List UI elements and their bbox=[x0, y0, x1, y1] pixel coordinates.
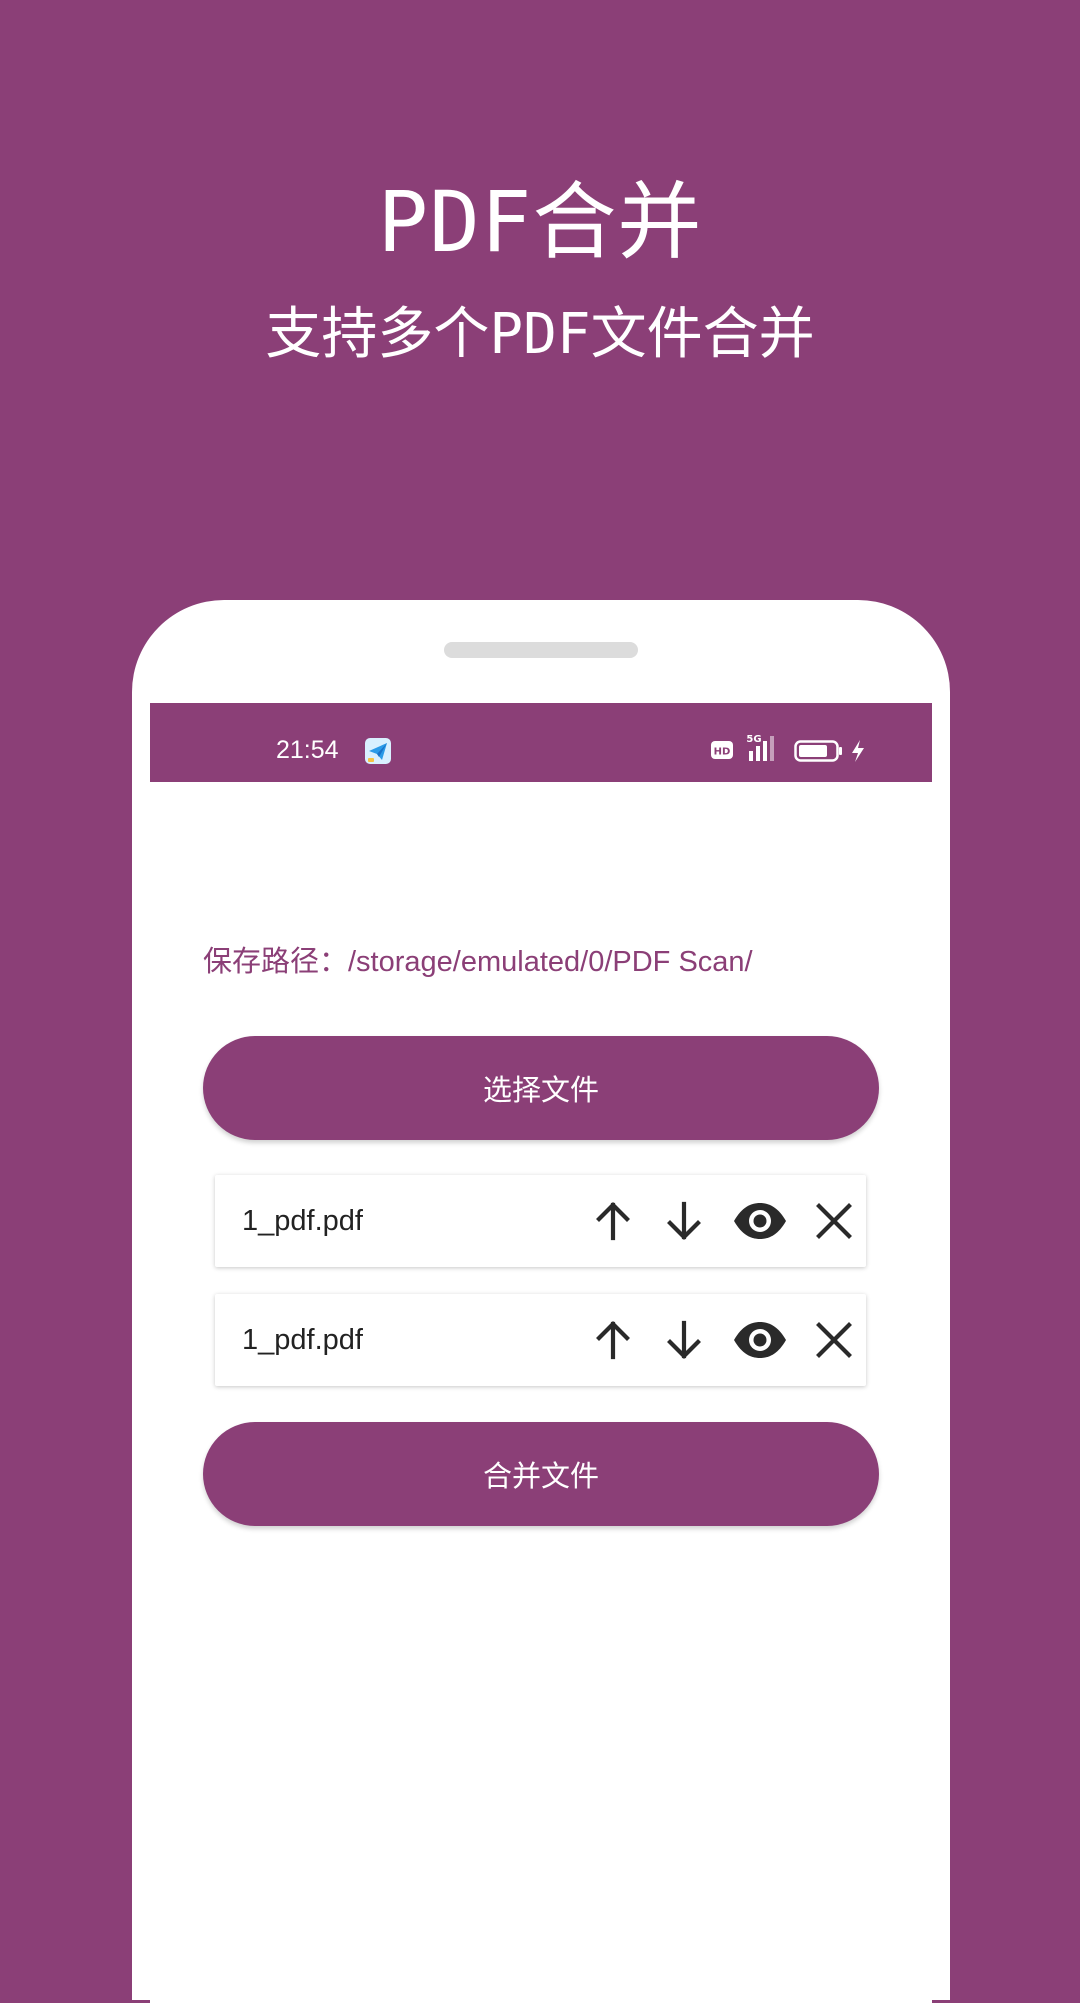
status-time: 21:54 bbox=[276, 736, 339, 764]
close-icon[interactable] bbox=[811, 1317, 857, 1363]
eye-icon[interactable] bbox=[732, 1317, 788, 1363]
phone-frame: 21:54 HD 5G 保存路径：/storage/emulated/0/PDF… bbox=[132, 600, 950, 2003]
merge-file-button[interactable]: 合并文件 bbox=[203, 1422, 879, 1526]
eye-icon[interactable] bbox=[732, 1198, 788, 1244]
file-list-item: 1_pdf.pdf bbox=[215, 1294, 866, 1386]
arrow-down-icon[interactable] bbox=[661, 1198, 707, 1244]
arrow-up-icon[interactable] bbox=[590, 1198, 636, 1244]
arrow-up-icon[interactable] bbox=[590, 1317, 636, 1363]
promo-title: PDF合并 bbox=[377, 173, 703, 271]
phone-speaker bbox=[444, 642, 638, 658]
close-icon[interactable] bbox=[811, 1198, 857, 1244]
file-name: 1_pdf.pdf bbox=[242, 1324, 363, 1356]
battery-icon bbox=[794, 740, 842, 762]
promo-subtitle: 支持多个PDF文件合并 bbox=[265, 302, 815, 367]
select-file-button[interactable]: 选择文件 bbox=[203, 1036, 879, 1140]
phone-screen: 21:54 HD 5G 保存路径：/storage/emulated/0/PDF… bbox=[150, 703, 932, 2003]
hd-icon: HD bbox=[711, 741, 733, 759]
save-path-text: 保存路径：/storage/emulated/0/PDF Scan/ bbox=[203, 946, 753, 978]
hd-label: HD bbox=[714, 747, 731, 758]
status-bar: 21:54 HD 5G bbox=[150, 703, 932, 782]
arrow-down-icon[interactable] bbox=[661, 1317, 707, 1363]
charging-icon bbox=[852, 740, 864, 762]
file-list-item: 1_pdf.pdf bbox=[215, 1175, 866, 1267]
5g-signal-icon: 5G bbox=[746, 734, 774, 761]
file-name: 1_pdf.pdf bbox=[242, 1205, 363, 1237]
network-label: 5G bbox=[746, 734, 761, 745]
telegram-like-send-icon bbox=[365, 738, 391, 764]
